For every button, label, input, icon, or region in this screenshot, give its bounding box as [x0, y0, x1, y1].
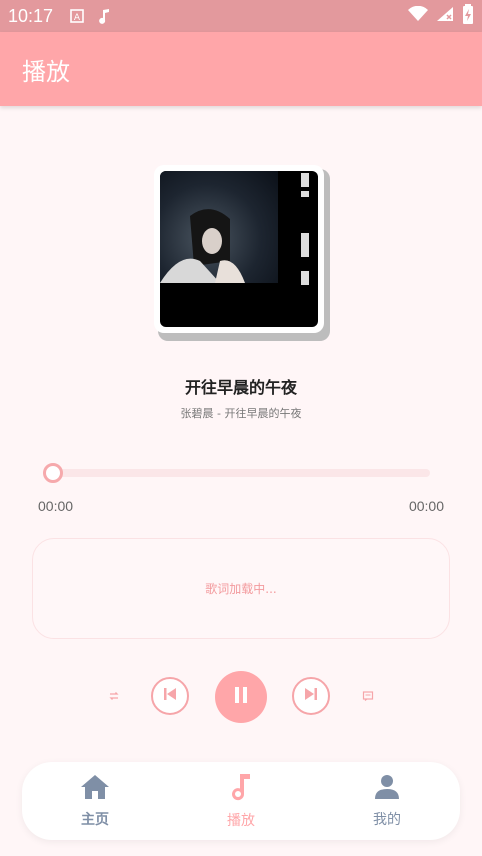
music-note-icon [97, 8, 113, 24]
page-title: 播放 [22, 57, 70, 86]
person-icon [373, 773, 401, 805]
song-title: 开往早晨的午夜 [184, 378, 297, 397]
playlist-icon [362, 687, 374, 706]
total-time: 00:00 [408, 498, 444, 514]
app-bar: 播放 [0, 32, 482, 106]
current-time: 00:00 [38, 498, 74, 514]
home-icon [80, 773, 110, 805]
wifi-icon [408, 5, 428, 26]
nav-label-play: 播放 [227, 813, 255, 829]
album-cover [154, 165, 330, 341]
next-icon [303, 686, 319, 706]
album-art-lettering [298, 171, 312, 294]
nav-item-play[interactable]: 播放 [196, 772, 286, 830]
nav-label-home: 主页 [81, 812, 109, 828]
status-bar: 10:17 A [0, 0, 482, 32]
repeat-button[interactable] [104, 686, 124, 706]
signal-icon [436, 6, 454, 26]
album-frame [154, 165, 324, 333]
nav-item-mine[interactable]: 我的 [342, 773, 432, 829]
status-time: 10:17 [8, 5, 54, 26]
battery-icon [462, 4, 474, 28]
music-note-icon [229, 772, 253, 806]
pause-icon [233, 686, 249, 708]
bottom-navigation: 主页 播放 我的 [22, 762, 460, 840]
repeat-icon [108, 687, 120, 706]
playlist-button[interactable] [358, 686, 378, 706]
progress-thumb[interactable] [43, 463, 63, 483]
lyrics-status: 歌词加载中... [205, 582, 277, 596]
next-button[interactable] [292, 677, 330, 715]
previous-button[interactable] [151, 677, 189, 715]
album-art [160, 171, 318, 327]
album-photo [160, 171, 278, 283]
progress-slider[interactable] [44, 469, 430, 477]
nav-label-mine: 我的 [373, 812, 401, 828]
a-icon: A [69, 8, 85, 24]
lyrics-panel[interactable]: 歌词加载中... [32, 538, 450, 639]
song-artist-album: 张碧晨 - 开往早晨的午夜 [180, 407, 302, 420]
previous-icon [162, 686, 178, 706]
pause-button[interactable] [215, 671, 267, 723]
svg-text:A: A [74, 13, 81, 23]
nav-item-home[interactable]: 主页 [50, 773, 140, 829]
